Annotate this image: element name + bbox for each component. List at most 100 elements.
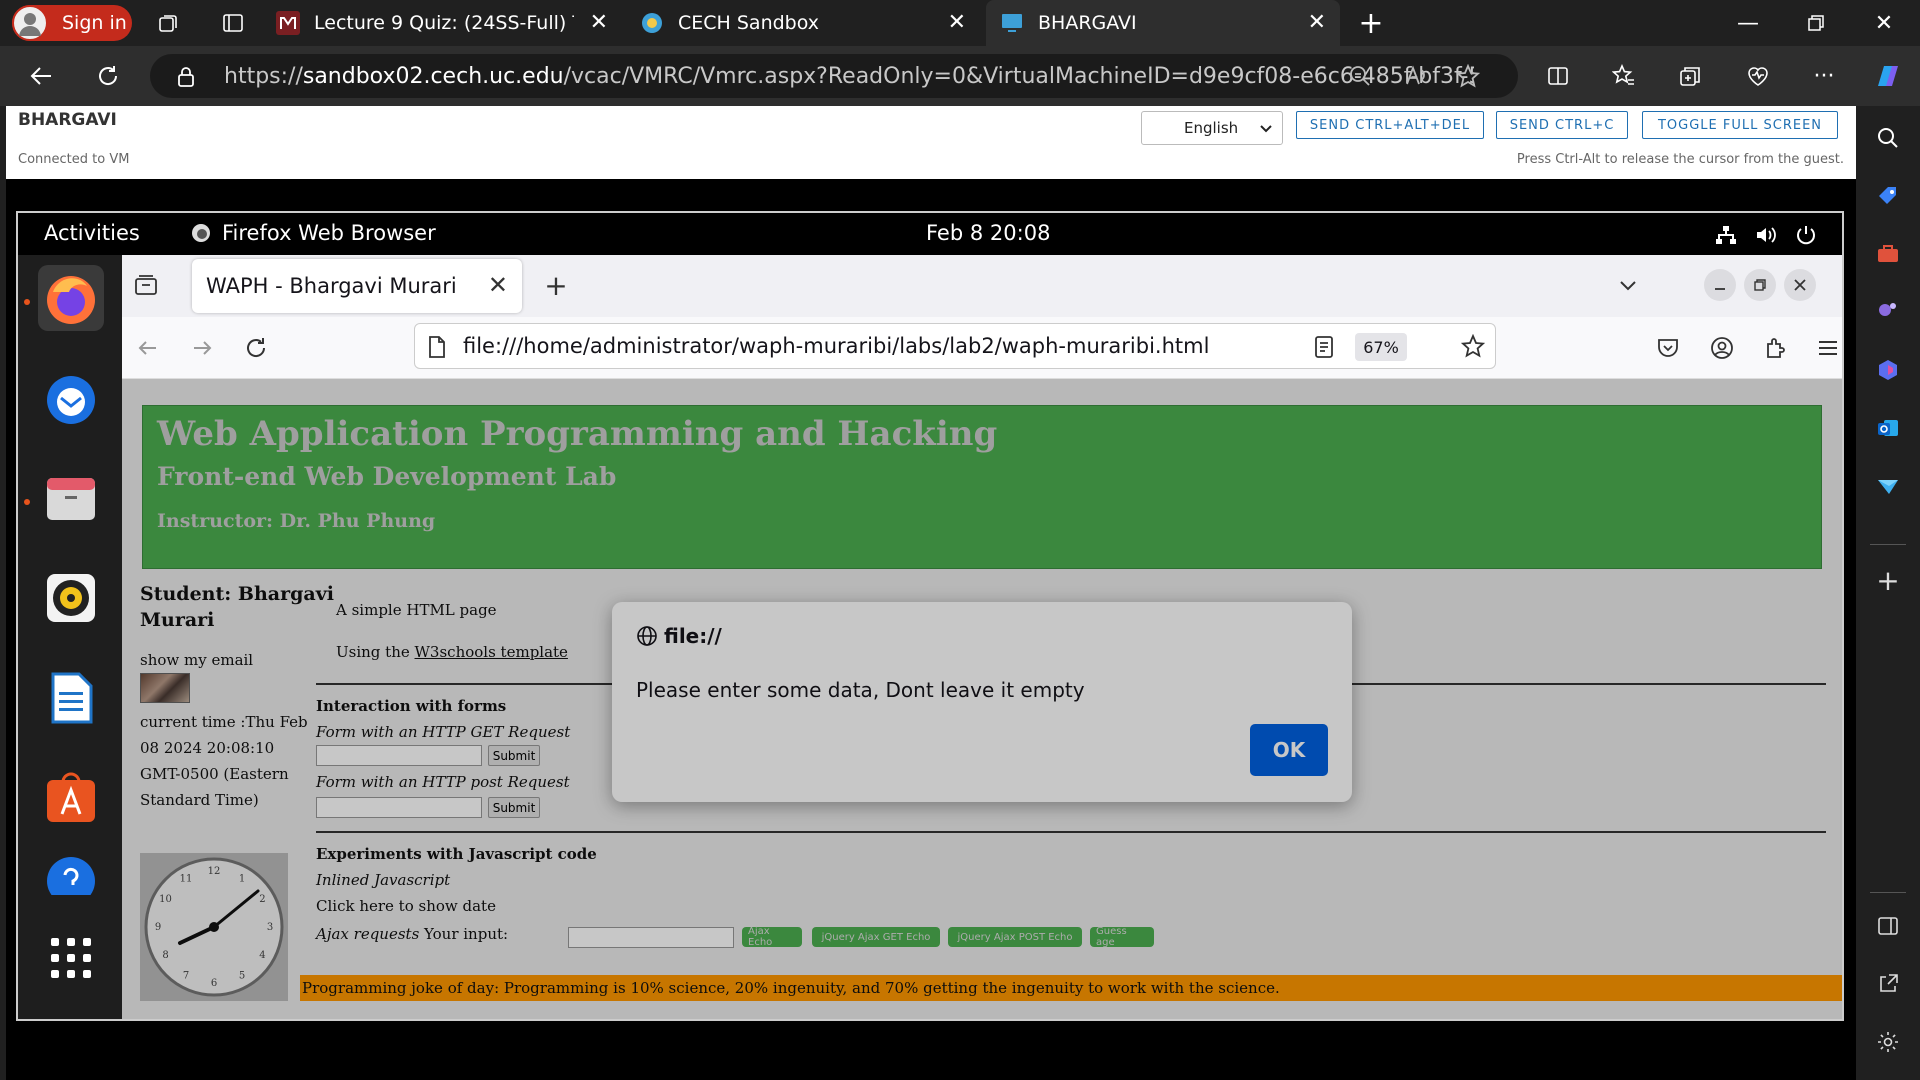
lock-icon — [176, 66, 196, 88]
gnome-top-bar: Activities Firefox Web Browser Feb 8 20:… — [18, 213, 1842, 255]
url-text: https://sandbox02.cech.uc.edu/vcac/VMRC/… — [224, 63, 1474, 89]
settings-gear-icon[interactable] — [1872, 1026, 1904, 1058]
zoom-level-button[interactable]: 67% — [1355, 333, 1407, 361]
add-sidebar-app-icon[interactable]: + — [1872, 564, 1904, 597]
firefox-window: WAPH - Bhargavi Murari ✕ + file:///home/… — [122, 255, 1842, 1019]
back-icon[interactable] — [26, 60, 58, 92]
close-tab-icon[interactable]: ✕ — [488, 271, 508, 299]
collections-icon[interactable] — [1674, 60, 1706, 92]
network-icon[interactable] — [1714, 223, 1738, 247]
search-icon[interactable] — [1872, 122, 1904, 154]
tab-lecture-quiz[interactable]: Lecture 9 Quiz: (24SS-Full) TOPIC ✕ — [276, 0, 622, 46]
favorite-star-icon[interactable] — [1456, 64, 1480, 88]
clock[interactable]: Feb 8 20:08 — [926, 221, 1050, 245]
url-text: file:///home/administrator/waph-muraribi… — [463, 334, 1210, 358]
send-ctrl-alt-del-button[interactable]: SEND CTRL+ALT+DEL — [1296, 111, 1484, 139]
tools-briefcase-icon[interactable] — [1872, 238, 1904, 270]
globe-favicon-icon — [640, 11, 664, 35]
file-page-icon — [427, 335, 447, 359]
ubuntu-dock — [18, 255, 122, 1019]
tab-actions-icon[interactable] — [218, 8, 248, 38]
send-ctrl-c-button[interactable]: SEND CTRL+C — [1496, 111, 1628, 139]
web-page-content: Web Application Programming and Hacking … — [122, 379, 1842, 1019]
libreoffice-writer-dock-icon[interactable] — [38, 665, 104, 731]
close-window-button[interactable] — [1784, 269, 1816, 301]
minimize-button[interactable] — [1704, 269, 1736, 301]
open-external-icon[interactable] — [1872, 968, 1904, 1000]
favorites-icon[interactable] — [1608, 60, 1640, 92]
connection-status: Connected to VM — [18, 152, 130, 167]
modal-backdrop — [122, 379, 1842, 1019]
new-tab-button[interactable]: + — [1356, 6, 1386, 41]
list-all-tabs-icon[interactable] — [1612, 269, 1644, 301]
toggle-full-screen-button[interactable]: TOGGLE FULL SCREEN — [1642, 111, 1838, 139]
vm-guest-screen[interactable]: Activities Firefox Web Browser Feb 8 20:… — [16, 211, 1844, 1021]
close-tab-icon[interactable]: ✕ — [948, 12, 966, 34]
reload-icon[interactable] — [240, 332, 272, 364]
edge-sidebar: + — [1856, 66, 1920, 1080]
reader-view-icon[interactable] — [1313, 335, 1335, 359]
firefox-url-bar[interactable]: file:///home/administrator/waph-muraribi… — [414, 323, 1496, 369]
address-bar[interactable]: https://sandbox02.cech.uc.edu/vcac/VMRC/… — [150, 54, 1518, 98]
back-icon[interactable] — [132, 332, 164, 364]
new-tab-button[interactable]: + — [540, 269, 572, 302]
games-icon[interactable] — [1872, 296, 1904, 328]
hamburger-menu-icon[interactable] — [1812, 332, 1842, 364]
canvas-favicon-icon — [276, 11, 300, 35]
pocket-icon[interactable] — [1652, 332, 1684, 364]
help-dock-icon[interactable] — [38, 855, 104, 895]
tab-title: BHARGAVI — [1038, 12, 1137, 34]
microsoft-365-icon[interactable] — [1872, 354, 1904, 386]
sidebar-divider — [1870, 892, 1906, 893]
minimize-button[interactable]: — — [1714, 0, 1782, 46]
close-tab-icon[interactable]: ✕ — [590, 12, 608, 34]
sidebar-divider — [1870, 544, 1906, 545]
browser-tab-bar: Sign in Lecture 9 Quiz: (24SS-Full) TOPI… — [0, 0, 1920, 46]
thunderbird-dock-icon[interactable] — [38, 365, 104, 431]
files-dock-icon[interactable] — [38, 465, 104, 531]
close-tab-icon[interactable]: ✕ — [1308, 12, 1326, 34]
language-select[interactable]: English — [1141, 111, 1283, 145]
rhythmbox-dock-icon[interactable] — [38, 565, 104, 631]
more-options-icon[interactable]: ··· — [1808, 60, 1840, 92]
profile-icon — [12, 5, 48, 41]
outlook-icon[interactable] — [1872, 412, 1904, 444]
account-icon[interactable] — [1706, 332, 1738, 364]
extensions-icon[interactable] — [1760, 332, 1792, 364]
cursor-release-hint: Press Ctrl-Alt to release the cursor fro… — [1516, 152, 1844, 167]
refresh-icon[interactable] — [92, 60, 124, 92]
app-center-dock-icon[interactable] — [38, 765, 104, 831]
split-screen-icon[interactable] — [1542, 60, 1574, 92]
zoom-icon[interactable] — [1348, 64, 1372, 88]
firefox-navigation-bar: file:///home/administrator/waph-muraribi… — [122, 317, 1842, 379]
firefox-tab-waph[interactable]: WAPH - Bhargavi Murari ✕ — [192, 259, 522, 313]
app-menu[interactable]: Firefox Web Browser — [190, 221, 436, 245]
show-apps-grid-icon[interactable] — [38, 925, 104, 991]
restore-button[interactable] — [1782, 0, 1850, 46]
sign-in-button[interactable]: Sign in — [12, 5, 132, 41]
copilot-icon[interactable] — [1870, 58, 1906, 94]
browser-essentials-icon[interactable] — [1742, 60, 1774, 92]
running-indicator — [24, 299, 30, 305]
sign-in-label: Sign in — [62, 12, 127, 34]
bookmark-star-icon[interactable] — [1461, 334, 1485, 358]
forward-icon[interactable] — [186, 332, 218, 364]
hide-sidebar-icon[interactable] — [1872, 910, 1904, 942]
volume-icon[interactable] — [1754, 223, 1778, 247]
vmrc-toolbar: BHARGAVI Connected to VM English SEND CT… — [6, 106, 1856, 179]
read-aloud-icon[interactable] — [1404, 64, 1428, 88]
language-value: English — [1184, 119, 1239, 137]
firefox-view-icon[interactable] — [130, 269, 162, 301]
chevron-down-icon — [1258, 118, 1274, 138]
close-window-button[interactable]: ✕ — [1850, 0, 1918, 46]
tab-cech-sandbox[interactable]: CECH Sandbox ✕ — [640, 0, 980, 46]
send-drop-icon[interactable] — [1872, 470, 1904, 502]
maximize-button[interactable] — [1744, 269, 1776, 301]
shopping-tag-icon[interactable] — [1872, 180, 1904, 212]
workspaces-icon[interactable] — [154, 8, 184, 38]
running-indicator — [24, 499, 30, 505]
firefox-dock-icon[interactable] — [38, 265, 104, 331]
activities-button[interactable]: Activities — [44, 221, 140, 245]
tab-bhargavi[interactable]: BHARGAVI ✕ — [986, 0, 1340, 46]
power-icon[interactable] — [1794, 223, 1818, 247]
